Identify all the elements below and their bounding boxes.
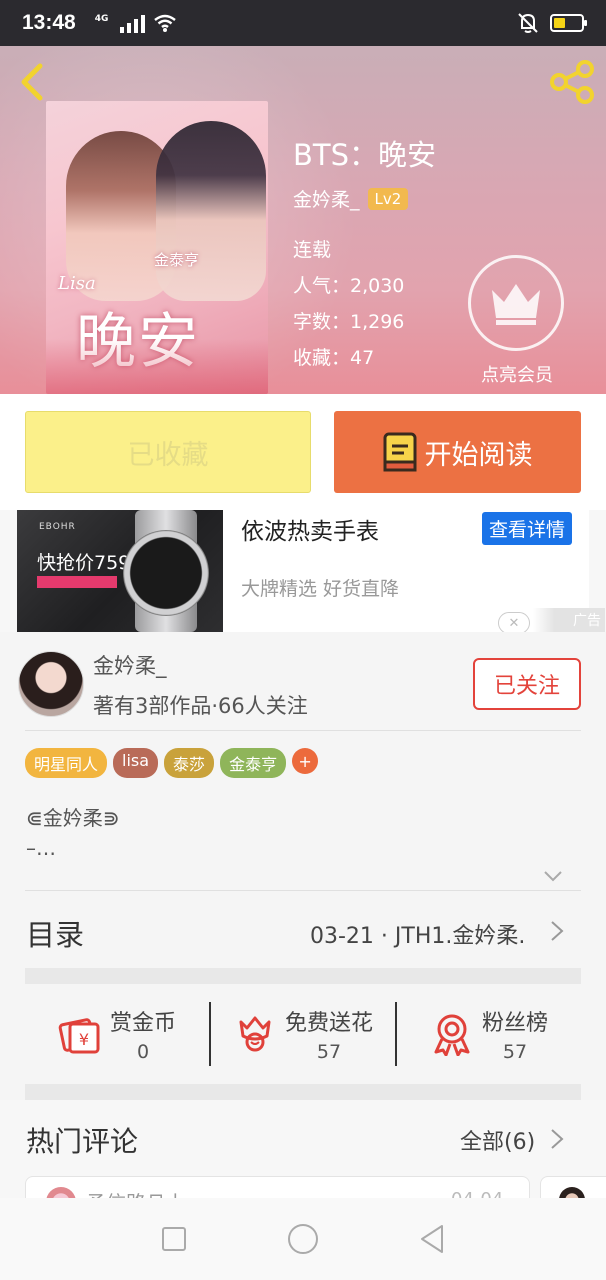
circle-icon: [287, 1224, 318, 1254]
status-bar: 13:48 4G: [0, 0, 606, 46]
recents-button[interactable]: [154, 1219, 194, 1259]
level-badge: Lv2: [367, 187, 409, 210]
author-link[interactable]: 金妗柔_: [293, 185, 360, 212]
chevron-right-icon[interactable]: [550, 920, 564, 942]
coin-envelope-icon: ¥: [58, 1018, 100, 1054]
action-bar: 已收藏 开始阅读: [0, 394, 606, 510]
back-icon[interactable]: [14, 60, 54, 104]
follow-button[interactable]: 已关注: [473, 658, 581, 710]
add-tag-button[interactable]: +: [292, 748, 319, 774]
network-type: 4G: [94, 14, 109, 24]
tag-item[interactable]: 明星同人: [25, 748, 108, 778]
stat-label: 赏金币: [109, 1011, 176, 1036]
stats-row: ¥ 赏金币 0 免费送花 57 粉丝榜 57: [25, 1002, 581, 1066]
stat-value: 0: [136, 1041, 150, 1063]
divider: [25, 890, 581, 891]
tag-list: 明星同人 lisa 泰莎 金泰亨 +: [25, 748, 319, 778]
toc-title[interactable]: 目录: [26, 912, 84, 954]
vip-button[interactable]: 点亮会员: [468, 255, 564, 387]
ad-tag-label: 广告: [573, 613, 601, 629]
battery-icon: [550, 14, 587, 32]
system-nav-bar: [0, 1198, 606, 1280]
reward-coin-button[interactable]: ¥ 赏金币 0: [25, 1002, 211, 1066]
ad-image[interactable]: EBOHR 快抢价759: [17, 510, 223, 632]
cover-footer: [46, 339, 268, 394]
watch-face: [123, 530, 209, 616]
book-status: 连载: [293, 239, 332, 261]
triangle-back-icon: [420, 1225, 443, 1253]
author-name[interactable]: 金妗柔_: [93, 650, 167, 680]
svg-text:¥: ¥: [79, 1030, 89, 1049]
divider: [25, 730, 581, 731]
hot-comments-title: 热门评论: [26, 1125, 139, 1158]
book-header: 金泰亨 Lisa 晚安 BTS：晚安 金妗柔_ Lv2 连载 人气：2,030 …: [0, 46, 606, 394]
stat-value: 57: [502, 1041, 528, 1063]
tag-item[interactable]: 泰莎: [164, 748, 215, 778]
start-reading-button[interactable]: 开始阅读: [334, 411, 581, 493]
ad-close-icon[interactable]: ✕: [498, 612, 530, 634]
tag-item[interactable]: 金泰亨: [220, 748, 287, 778]
author-avatar[interactable]: [18, 651, 84, 717]
signal-icon: 4G: [86, 13, 146, 33]
intro-line: ⋐金妗柔⋑: [26, 806, 120, 830]
ad-tag: 广告: [533, 608, 605, 632]
status-time: 13:48: [22, 11, 76, 34]
section-separator: [25, 968, 581, 984]
book-icon: [383, 432, 416, 472]
vip-label: 点亮会员: [481, 365, 553, 386]
book-word-count: 字数：1,296: [293, 311, 405, 333]
ad-title: 依波热卖手表: [241, 519, 379, 545]
intro-line: –…: [26, 836, 56, 860]
author-stats: 著有3部作品·66人关注: [93, 694, 308, 718]
book-collections: 收藏：47: [293, 347, 375, 369]
book-popularity: 人气：2,030: [293, 275, 405, 297]
chevron-down-icon[interactable]: [543, 870, 563, 882]
stat-value: 57: [316, 1041, 342, 1063]
ad-subtitle: 大牌精选 好货直降: [241, 578, 400, 600]
home-button[interactable]: [283, 1219, 323, 1259]
book-cover[interactable]: 金泰亨 Lisa 晚安: [46, 101, 268, 394]
square-icon: [162, 1227, 187, 1251]
start-reading-label: 开始阅读: [424, 439, 533, 471]
ad-promo-strip: [37, 576, 117, 588]
fan-ranking-button[interactable]: 粉丝榜 57: [397, 1002, 581, 1066]
flower-icon: [239, 1016, 271, 1052]
section-separator: [25, 1084, 581, 1100]
crown-icon: [468, 255, 564, 351]
favorite-button[interactable]: 已收藏: [25, 411, 311, 493]
all-comments-link[interactable]: 全部(6): [460, 1124, 535, 1156]
back-nav-button[interactable]: [412, 1219, 452, 1259]
cover-lisa: Lisa: [58, 273, 96, 294]
medal-icon: [434, 1014, 470, 1056]
book-meta: 连载 人气：2,030 字数：1,296 收藏：47: [293, 232, 404, 376]
cover-name: 金泰亨: [154, 251, 200, 269]
ad-price: 快抢价759: [37, 552, 131, 574]
toc-latest-chapter[interactable]: 03-21 · JTH1.金妗柔.: [310, 918, 525, 950]
mute-icon: [518, 13, 538, 33]
share-icon[interactable]: [548, 58, 596, 106]
book-title: BTS：晚安: [293, 138, 437, 172]
tag-item[interactable]: lisa: [113, 748, 159, 778]
stat-label: 粉丝榜: [481, 1011, 548, 1036]
author-line: 金妗柔_ Lv2: [293, 185, 409, 212]
stat-label: 免费送花: [284, 1011, 373, 1036]
ad-banner[interactable]: EBOHR 快抢价759 依波热卖手表 查看详情 大牌精选 好货直降 ✕ 广告: [17, 510, 605, 634]
cover-figure-right: [156, 121, 266, 301]
send-flower-button[interactable]: 免费送花 57: [211, 1002, 397, 1066]
author-section: 金妗柔_ 著有3部作品·66人关注 已关注 明星同人 lisa 泰莎 金泰亨 +…: [0, 632, 606, 1100]
ad-detail-button[interactable]: 查看详情: [482, 512, 573, 545]
wifi-icon: [154, 14, 177, 32]
ad-brand: EBOHR: [39, 522, 76, 532]
chevron-right-icon[interactable]: [550, 1128, 564, 1150]
